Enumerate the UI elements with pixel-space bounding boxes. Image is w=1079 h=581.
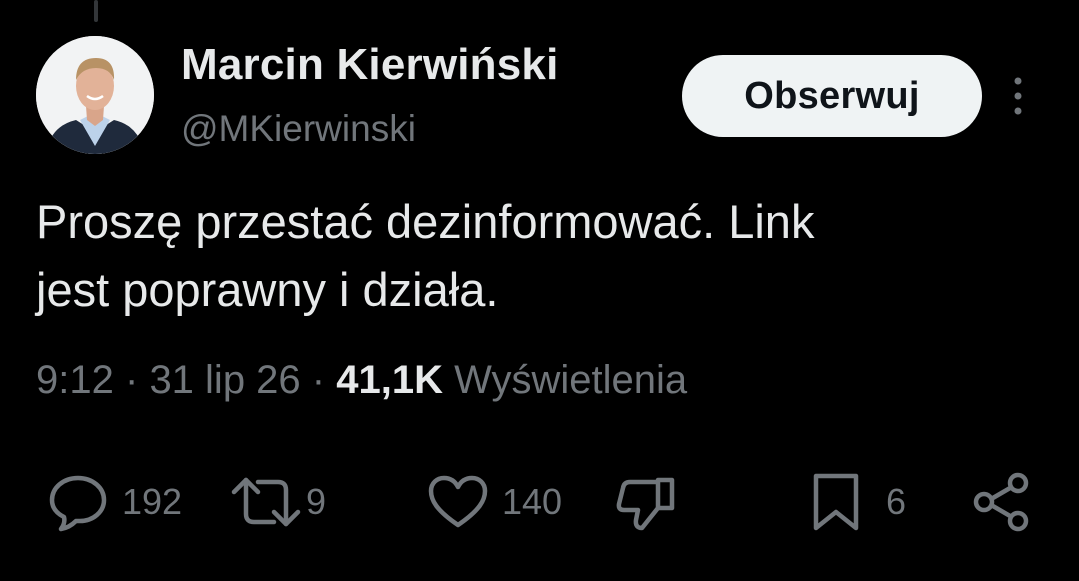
tweet-meta: 9:12 · 31 lip 26 · 41,1K Wyświetlenia bbox=[36, 358, 687, 403]
repost-button[interactable]: 9 bbox=[230, 470, 326, 534]
reply-icon bbox=[46, 470, 110, 534]
display-name[interactable]: Marcin Kierwiński bbox=[181, 40, 559, 90]
tweet-time[interactable]: 9:12 bbox=[36, 358, 114, 402]
follow-button[interactable]: Obserwuj bbox=[682, 55, 982, 137]
reply-count: 192 bbox=[122, 481, 183, 522]
thumbs-down-icon bbox=[614, 470, 678, 534]
user-handle[interactable]: @MKierwinski bbox=[181, 108, 416, 150]
tweet-text: Proszę przestać dezinformować. Link jest… bbox=[36, 188, 1036, 324]
views-count: 41,1K bbox=[336, 358, 443, 402]
tweet-date[interactable]: 31 lip 26 bbox=[149, 358, 300, 402]
bookmark-icon bbox=[808, 470, 864, 534]
repost-icon bbox=[230, 470, 302, 534]
like-count: 140 bbox=[502, 481, 563, 522]
bookmark-button[interactable]: 6 bbox=[808, 470, 906, 534]
avatar-image bbox=[36, 36, 154, 154]
dislike-button[interactable] bbox=[614, 470, 678, 534]
tweet-text-line-1: Proszę przestać dezinformować. Link bbox=[36, 195, 815, 248]
meta-separator: · bbox=[311, 358, 326, 402]
repost-count: 9 bbox=[306, 481, 327, 522]
tweet-text-line-2: jest poprawny i działa. bbox=[36, 263, 499, 316]
share-icon bbox=[970, 470, 1034, 534]
more-vertical-icon[interactable] bbox=[1003, 74, 1033, 118]
meta-separator: · bbox=[124, 358, 139, 402]
share-button[interactable] bbox=[970, 470, 1034, 534]
like-button[interactable]: 140 bbox=[426, 470, 562, 534]
heart-icon bbox=[426, 470, 490, 534]
avatar[interactable] bbox=[36, 36, 154, 154]
bookmark-count: 6 bbox=[886, 481, 907, 522]
views-label: Wyświetlenia bbox=[454, 358, 688, 402]
reply-button[interactable]: 192 bbox=[46, 470, 182, 534]
thread-line bbox=[94, 0, 98, 22]
